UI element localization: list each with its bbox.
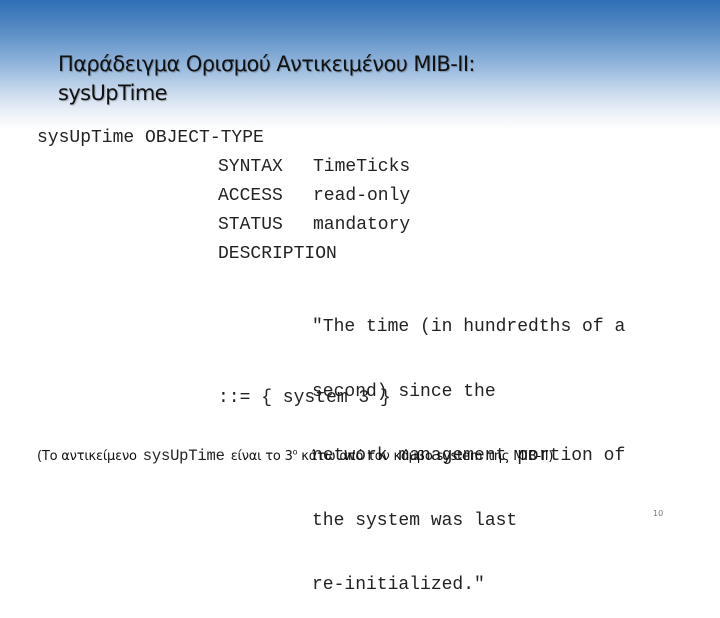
field-key: DESCRIPTION (218, 244, 337, 264)
slide-title-line-2: sysUpTime (58, 81, 168, 105)
field-value: TimeTicks (313, 157, 411, 177)
code-assignment: ::= { system 3 } (218, 388, 391, 408)
slide-title: Παράδειγμα Ορισμού Αντικειμένου MIB-II: … (58, 50, 475, 108)
footnote-prefix: (Το αντικείμενο (37, 449, 137, 464)
footnote-object-name: sysUpTime (142, 447, 225, 465)
footnote: (Το αντικείμενο sysUpTime είναι το 3ο κάτω… (37, 447, 553, 465)
code-object-header: sysUpTime OBJECT-TYPE (37, 128, 264, 148)
code-field-access: ACCESS read-only (218, 186, 410, 206)
field-value: mandatory (313, 215, 411, 235)
field-key: ACCESS (218, 186, 283, 206)
code-field-description: DESCRIPTION (218, 244, 337, 264)
description-line: re-initialized." (312, 575, 485, 595)
description-line: "The time (in hundredths of a (312, 317, 626, 337)
field-key: SYNTAX (218, 157, 283, 177)
field-key: STATUS (218, 215, 283, 235)
page-number: 10 (653, 509, 664, 518)
code-field-syntax: SYNTAX TimeTicks (218, 157, 410, 177)
footnote-middle: είναι το 3 (230, 449, 293, 464)
description-line: the system was last (312, 510, 518, 531)
footnote-suffix: κάτω από τον κόμβο system της MIB-II) (297, 449, 554, 464)
field-value: read-only (313, 186, 411, 206)
code-field-status: STATUS mandatory (218, 215, 410, 235)
slide-title-line-1: Παράδειγμα Ορισμού Αντικειμένου MIB-II: (58, 52, 475, 76)
code-description-text: "The time (in hundredths of a second) si… (312, 274, 625, 618)
